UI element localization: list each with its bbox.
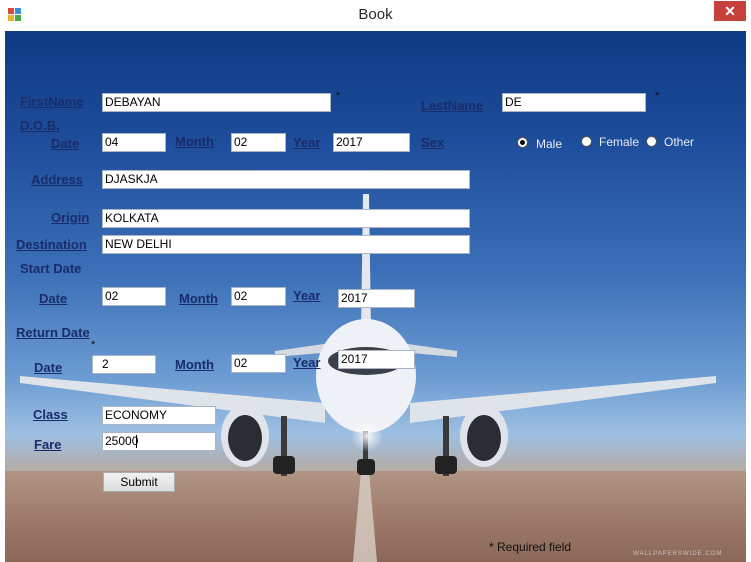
dob-month-field[interactable]: 02: [231, 133, 286, 152]
fare-label: Fare: [34, 437, 62, 452]
class-label: Class: [33, 407, 68, 422]
sex-male-radio[interactable]: [517, 137, 528, 148]
firstname-required-mark: *: [336, 90, 341, 102]
return-month-field[interactable]: 02: [231, 354, 286, 373]
return-date-field[interactable]: 2: [92, 355, 156, 374]
booking-form: FirstName DEBAYAN * LastName DE * D.O.B.…: [5, 31, 746, 562]
return-year-field[interactable]: 2017: [338, 350, 415, 369]
dob-month-label: Month: [175, 134, 214, 149]
address-field[interactable]: DJASKJA: [102, 170, 470, 189]
start-date-label: Start Date: [20, 261, 82, 276]
address-label: Address: [31, 172, 84, 187]
submit-button[interactable]: Submit: [103, 472, 175, 492]
start-year-field[interactable]: 2017: [338, 289, 415, 308]
return-year-label: Year: [293, 355, 321, 370]
sex-female-label[interactable]: Female: [599, 135, 639, 149]
sex-male-label[interactable]: Male: [536, 137, 562, 151]
close-button[interactable]: ✕: [714, 1, 746, 21]
return-date-label: Return Date: [16, 325, 90, 340]
start-date-date-label: Date: [39, 291, 68, 306]
start-year-label: Year: [293, 288, 321, 303]
return-required-mark: *: [91, 339, 96, 351]
dob-label: D.O.B.: [20, 118, 60, 133]
dob-date-field[interactable]: 04: [102, 133, 166, 152]
firstname-field[interactable]: DEBAYAN: [102, 93, 331, 112]
lastname-label: LastName: [421, 98, 484, 113]
radio-selected-dot: [520, 140, 525, 145]
lastname-field[interactable]: DE: [502, 93, 646, 112]
firstname-label: FirstName: [20, 94, 84, 109]
origin-label: Origin: [51, 210, 90, 225]
wallpaper-watermark: WALLPAPERSWIDE.COM: [633, 551, 723, 557]
required-field-note: * Required field: [489, 540, 572, 554]
dob-year-label: Year: [293, 135, 321, 150]
sex-other-label[interactable]: Other: [664, 135, 694, 149]
start-month-label: Month: [179, 291, 218, 306]
book-window: Book ✕ FirstName DEBAYAN * LastName DE *…: [0, 0, 751, 562]
sex-female-radio[interactable]: [581, 136, 592, 147]
origin-field[interactable]: KOLKATA: [102, 209, 470, 228]
sex-label: Sex: [421, 135, 445, 150]
start-date-field[interactable]: 02: [102, 287, 166, 306]
lastname-required-mark: *: [655, 90, 660, 102]
dob-year-field[interactable]: 2017: [333, 133, 410, 152]
destination-field[interactable]: NEW DELHI: [102, 235, 470, 254]
return-month-label: Month: [175, 357, 214, 372]
start-month-field[interactable]: 02: [231, 287, 286, 306]
text-caret: [136, 435, 137, 448]
destination-label: Destination: [16, 237, 87, 252]
sex-other-radio[interactable]: [646, 136, 657, 147]
window-title: Book: [358, 6, 393, 23]
title-bar[interactable]: Book ✕: [0, 0, 751, 31]
return-date-date-label: Date: [34, 360, 63, 375]
dob-date-label: Date: [51, 136, 80, 151]
fare-field[interactable]: 25000: [102, 432, 216, 451]
class-field[interactable]: ECONOMY: [102, 406, 216, 425]
